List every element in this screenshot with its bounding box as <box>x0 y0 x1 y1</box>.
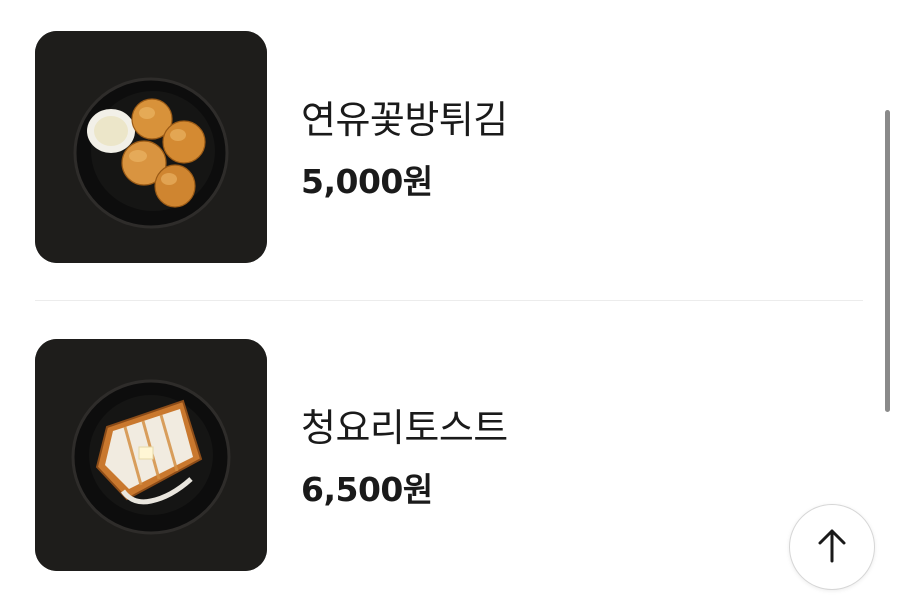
menu-list-page: 연유꽃방튀김 5,000원 청요리토스트 6,500원 <box>0 0 900 602</box>
menu-item-price: 5,000원 <box>301 162 433 201</box>
menu-item[interactable]: 청요리토스트 6,500원 <box>35 339 865 571</box>
scrollbar[interactable] <box>885 110 890 412</box>
menu-item-price: 6,500원 <box>301 470 433 509</box>
menu-item-image[interactable] <box>35 339 267 571</box>
menu-item-name[interactable]: 청요리토스트 <box>301 397 508 452</box>
scroll-to-top-button[interactable] <box>789 504 875 590</box>
menu-item-name[interactable]: 연유꽃방튀김 <box>301 89 508 144</box>
menu-item-image[interactable] <box>35 31 267 263</box>
menu-item[interactable]: 연유꽃방튀김 5,000원 <box>35 31 865 263</box>
item-divider <box>35 300 863 301</box>
arrow-up-icon <box>814 525 850 569</box>
